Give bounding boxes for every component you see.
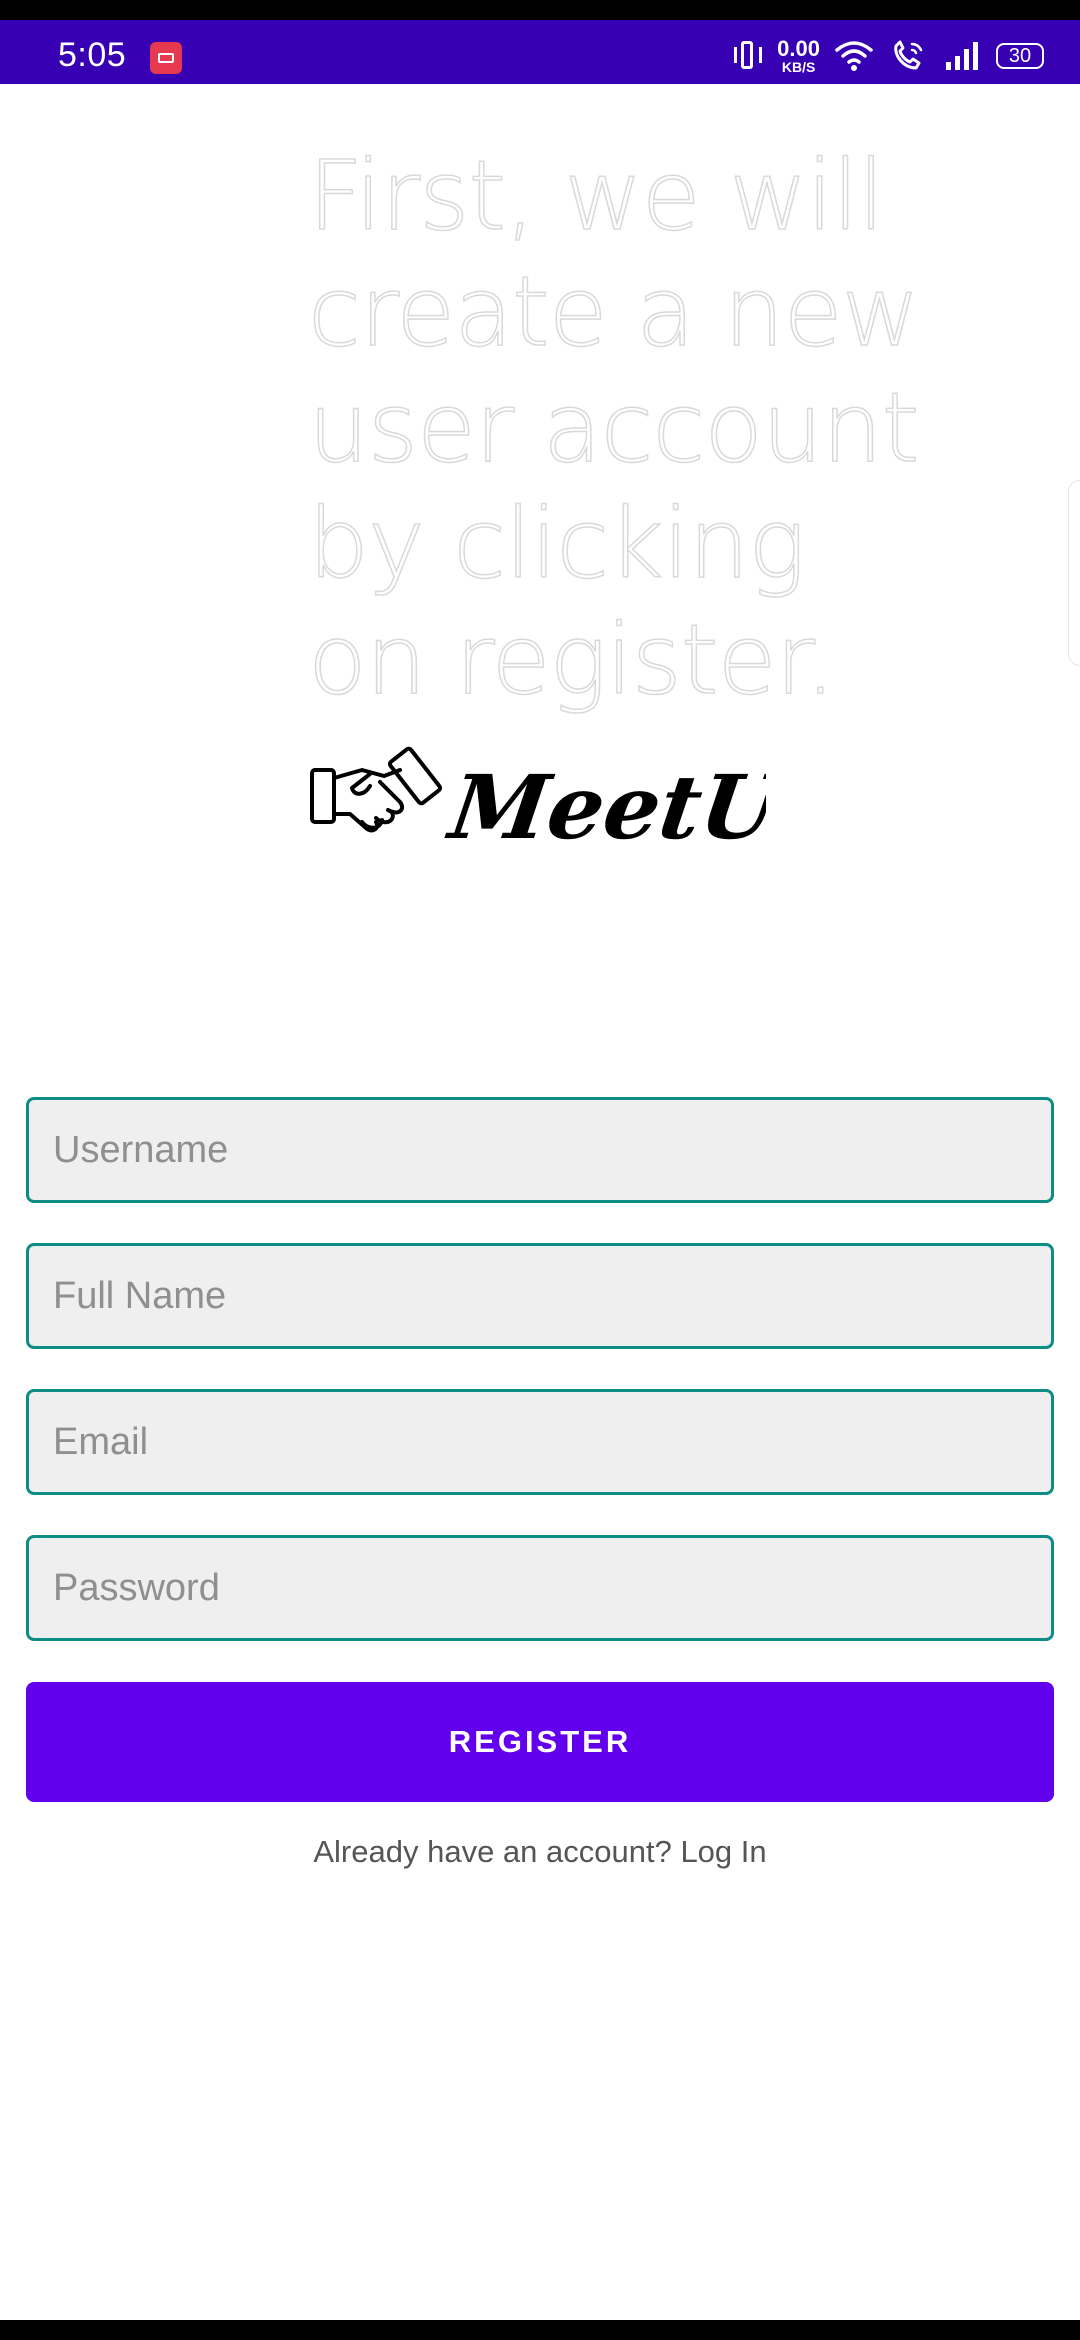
edge-panel-handle[interactable] [1068,480,1080,666]
username-input[interactable] [26,1097,1054,1203]
meetup-logo: MeetUp [310,746,766,859]
network-speed-value: 0.00 [777,36,820,61]
wifi-icon [835,41,873,71]
battery-icon: 30 [996,43,1044,69]
network-speed-unit: KB/S [781,59,816,75]
logo-text: MeetUp [441,755,766,858]
status-icons: 0.00 KB/S 30 [733,34,1044,78]
status-time: 5:05 [58,36,127,74]
signal-icon [946,42,978,70]
wifi-calling-icon [894,40,923,70]
intro-text: First, we will create a new user account… [307,139,921,717]
vibrate-icon [733,39,763,73]
screen-recorder-icon [150,42,182,74]
handshake-icon [310,746,443,833]
network-speed: 0.00 KB/S [777,36,820,75]
full-name-input[interactable] [26,1243,1054,1349]
register-button[interactable]: REGISTER [26,1682,1054,1802]
email-input[interactable] [26,1389,1054,1495]
navigation-bar [0,2320,1080,2340]
password-input[interactable] [26,1535,1054,1641]
login-link[interactable]: Already have an account? Log In [0,1834,1080,1870]
status-bar: 5:05 0.00 KB/S 30 [0,0,1080,84]
